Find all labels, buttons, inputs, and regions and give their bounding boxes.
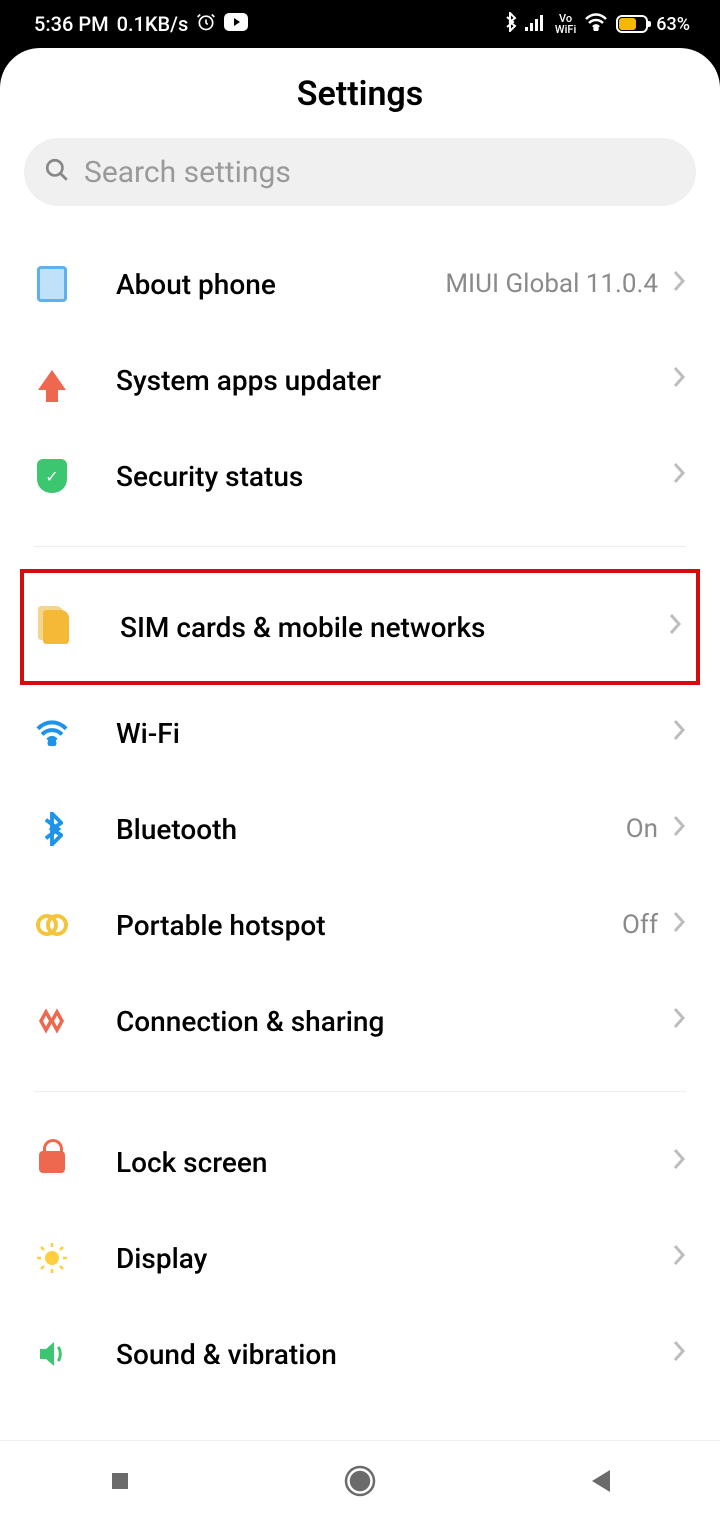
item-label: Wi-Fi — [116, 717, 672, 750]
item-value: Off — [622, 910, 658, 940]
chevron-right-icon — [672, 910, 686, 941]
settings-item-lock-screen[interactable]: Lock screen — [0, 1114, 720, 1210]
chevron-right-icon — [672, 1243, 686, 1274]
navigation-bar — [0, 1440, 720, 1520]
item-label: Sound & vibration — [116, 1338, 672, 1371]
settings-item-system-apps-updater[interactable]: System apps updater — [0, 332, 720, 428]
settings-item-wifi[interactable]: Wi-Fi — [0, 685, 720, 781]
settings-panel: Settings Search settings About phone MIU… — [0, 48, 720, 1440]
connection-icon — [34, 1003, 70, 1039]
bluetooth-icon — [34, 811, 70, 847]
status-speed: 0.1KB/s — [117, 12, 189, 36]
item-label: Lock screen — [116, 1146, 672, 1179]
sun-icon — [34, 1240, 70, 1276]
divider — [34, 1091, 686, 1092]
item-value: On — [626, 814, 658, 844]
item-label: About phone — [116, 268, 445, 301]
item-label: Display — [116, 1242, 672, 1275]
item-value: MIUI Global 11.0.4 — [445, 269, 658, 299]
item-label: System apps updater — [116, 364, 672, 397]
lock-icon — [39, 1151, 65, 1173]
item-label: Bluetooth — [116, 813, 626, 846]
settings-item-sound-vibration[interactable]: Sound & vibration — [0, 1306, 720, 1402]
recents-button[interactable] — [40, 1469, 200, 1493]
chevron-right-icon — [672, 718, 686, 749]
chevron-right-icon — [672, 269, 686, 300]
sim-card-icon — [43, 610, 69, 644]
chevron-right-icon — [672, 461, 686, 492]
chevron-right-icon — [672, 1006, 686, 1037]
chevron-right-icon — [672, 1147, 686, 1178]
chevron-right-icon — [672, 1339, 686, 1370]
wifi-icon — [34, 715, 70, 751]
item-label: Security status — [116, 460, 672, 493]
settings-item-display[interactable]: Display — [0, 1210, 720, 1306]
signal-icon — [525, 13, 547, 36]
search-input[interactable]: Search settings — [24, 138, 696, 206]
status-time: 5:36 PM — [34, 12, 109, 36]
vowifi-icon: VoWiFi — [555, 13, 576, 35]
item-label: SIM cards & mobile networks — [120, 611, 668, 644]
home-button[interactable] — [280, 1464, 440, 1498]
shield-icon: ✓ — [37, 459, 67, 493]
battery-percent: 63% — [656, 14, 690, 35]
chevron-right-icon — [672, 814, 686, 845]
chevron-right-icon — [668, 612, 682, 643]
speaker-icon — [34, 1336, 70, 1372]
settings-list: About phone MIUI Global 11.0.4 System ap… — [0, 206, 720, 1402]
settings-item-sim-cards[interactable]: SIM cards & mobile networks — [20, 569, 700, 685]
item-label: Portable hotspot — [116, 909, 622, 942]
settings-item-connection-sharing[interactable]: Connection & sharing — [0, 973, 720, 1069]
page-title: Settings — [0, 48, 720, 138]
battery-icon — [616, 15, 648, 33]
item-label: Connection & sharing — [116, 1005, 672, 1038]
status-bar: 5:36 PM 0.1KB/s VoWiFi 63% — [0, 0, 720, 48]
back-button[interactable] — [520, 1468, 680, 1494]
alarm-icon — [196, 12, 216, 37]
settings-item-security-status[interactable]: ✓ Security status — [0, 428, 720, 524]
youtube-icon — [224, 12, 248, 36]
bluetooth-status-icon — [503, 12, 517, 37]
hotspot-icon — [34, 907, 70, 943]
wifi-status-icon — [584, 13, 608, 36]
settings-item-about-phone[interactable]: About phone MIUI Global 11.0.4 — [0, 236, 720, 332]
divider — [34, 546, 686, 547]
arrow-up-icon — [38, 370, 66, 390]
chevron-right-icon — [672, 365, 686, 396]
search-placeholder: Search settings — [84, 155, 291, 190]
settings-item-bluetooth[interactable]: Bluetooth On — [0, 781, 720, 877]
settings-item-portable-hotspot[interactable]: Portable hotspot Off — [0, 877, 720, 973]
phone-icon — [37, 266, 67, 302]
search-icon — [44, 157, 70, 187]
